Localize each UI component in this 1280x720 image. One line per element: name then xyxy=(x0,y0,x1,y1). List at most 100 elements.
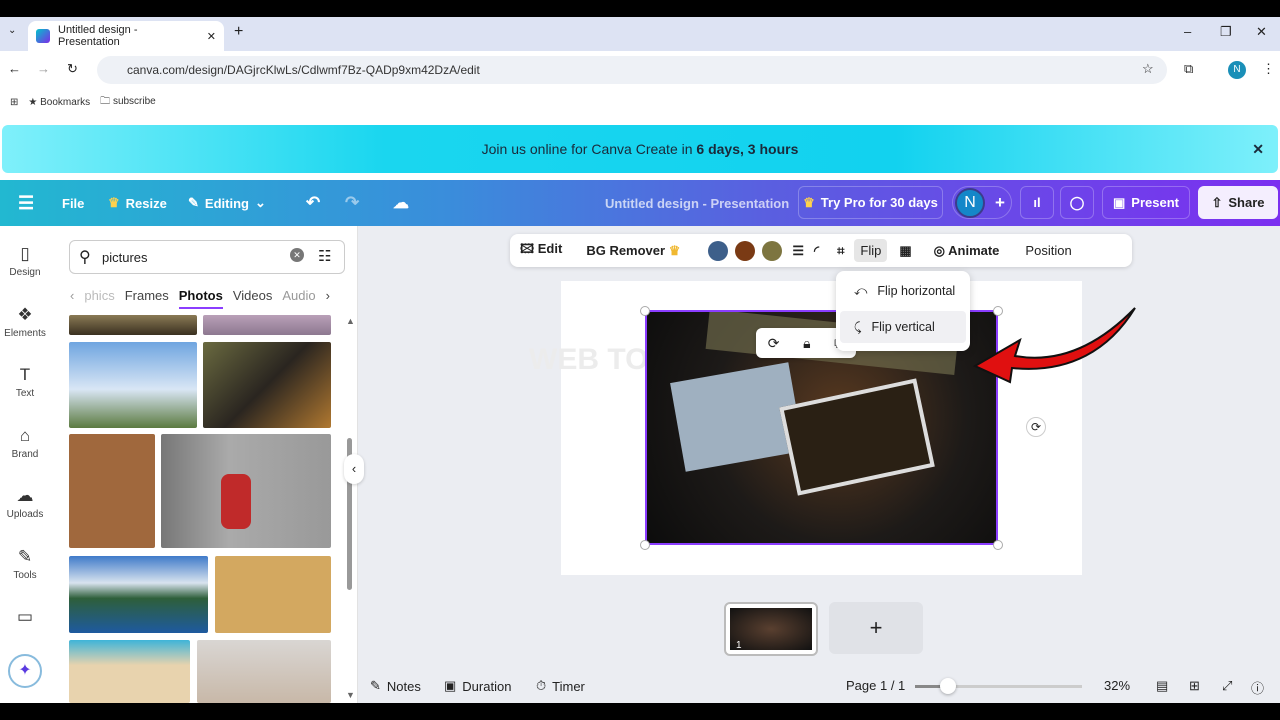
rotate-handle-icon[interactable]: ⟳ xyxy=(1026,417,1046,437)
tabs-scroll-left-icon[interactable]: ‹ xyxy=(70,288,74,309)
help-icon[interactable]: ⓘ xyxy=(1251,678,1264,697)
corner-rounding-icon[interactable]: ◜ xyxy=(814,243,819,259)
photo-photographer[interactable] xyxy=(161,434,331,548)
add-collaborator-icon[interactable]: + xyxy=(995,193,1005,213)
rail-item-text[interactable]: T Text xyxy=(0,365,50,399)
collapse-panel-icon[interactable]: ‹ xyxy=(344,454,364,484)
design-title[interactable]: Untitled design - Presentation xyxy=(605,196,789,211)
url-field[interactable]: canva.com/design/DAGjrcKlwLs/Cdlwmf7Bz-Q… xyxy=(97,56,1167,84)
add-page-button[interactable]: + xyxy=(829,602,923,654)
photo-scattered-pictures[interactable] xyxy=(203,342,331,428)
try-pro-button[interactable]: ♛ Try Pro for 30 days xyxy=(798,186,943,219)
user-avatar[interactable]: N xyxy=(955,187,985,218)
photo-polaroid-board[interactable] xyxy=(69,434,155,548)
tab-audio[interactable]: Audio xyxy=(282,288,315,309)
zoom-slider[interactable] xyxy=(915,678,1082,694)
reload-icon[interactable]: ↻ xyxy=(67,61,78,77)
filter-icon[interactable]: ☷ xyxy=(318,247,331,265)
magic-assistant-icon[interactable]: ✦ xyxy=(8,654,42,688)
rail-item-tools[interactable]: ✎ Tools xyxy=(0,547,50,581)
share-button[interactable]: ⇧ Share xyxy=(1198,186,1278,219)
page-view-icon[interactable]: ▤ xyxy=(1156,678,1168,694)
tab-graphics[interactable]: phics xyxy=(84,288,114,309)
rail-item-folder[interactable]: ▭ xyxy=(0,607,50,630)
flip-vertical-option[interactable]: ⤹ Flip vertical xyxy=(840,311,966,343)
photo-sand-heart[interactable] xyxy=(69,640,190,703)
cloud-save-icon[interactable]: ☁ xyxy=(393,193,409,213)
close-tab-icon[interactable]: ✕ xyxy=(207,30,216,43)
search-input[interactable]: ⚲ pictures ✕ ☷ xyxy=(69,240,345,274)
clear-search-icon[interactable]: ✕ xyxy=(290,248,304,262)
tabs-scroll-right-icon[interactable]: › xyxy=(326,288,330,309)
bg-remover-button[interactable]: BG Remover ♛ xyxy=(586,243,680,259)
close-banner-icon[interactable]: ✕ xyxy=(1252,141,1264,158)
scroll-up-icon[interactable]: ▲ xyxy=(346,316,355,326)
page-indicator[interactable]: Page 1 / 1 xyxy=(846,678,905,693)
redo-icon[interactable]: ↷ xyxy=(345,193,359,213)
grid-view-icon[interactable]: ⊞ xyxy=(1189,678,1200,694)
resize-handle[interactable] xyxy=(993,540,1003,550)
tab-videos[interactable]: Videos xyxy=(233,288,273,309)
tab-frames[interactable]: Frames xyxy=(125,288,169,309)
editing-dropdown[interactable]: ✎ Editing ⌄ xyxy=(188,195,266,211)
animate-button[interactable]: ◎ Animate xyxy=(934,243,1000,259)
crop-icon[interactable]: ⌗ xyxy=(837,243,844,259)
rail-item-design[interactable]: ▯ Design xyxy=(0,244,50,278)
border-style-icon[interactable]: ☰ xyxy=(792,243,804,259)
scroll-down-icon[interactable]: ▼ xyxy=(346,690,355,700)
minimize-icon[interactable]: – xyxy=(1184,24,1191,39)
zoom-slider-handle[interactable] xyxy=(940,678,957,694)
tab-title: Untitled design - Presentation xyxy=(58,24,138,48)
lock-icon[interactable]: 🔒︎ xyxy=(803,335,810,352)
flip-button[interactable]: Flip xyxy=(854,239,888,262)
rail-item-brand[interactable]: ⌂ Brand xyxy=(0,426,50,460)
resize-button[interactable]: ♛ Resize xyxy=(108,195,167,211)
bookmark-star-icon[interactable]: ☆ xyxy=(1142,61,1154,77)
color-swatch-olive[interactable] xyxy=(762,240,783,261)
photo-thumbnail[interactable] xyxy=(69,315,197,335)
comments-icon[interactable]: ◯ xyxy=(1060,186,1094,219)
timer-button[interactable]: ⏱ Timer xyxy=(536,678,585,694)
undo-icon[interactable]: ↶ xyxy=(306,193,320,213)
fullscreen-icon[interactable]: ⤢ xyxy=(1222,678,1232,694)
back-icon[interactable]: ← xyxy=(8,61,21,76)
bg-remover-label: BG Remover xyxy=(586,242,666,258)
photo-sand-pictures[interactable] xyxy=(215,556,331,633)
notes-button[interactable]: ✎ Notes xyxy=(370,678,421,694)
rail-item-uploads[interactable]: ☁ Uploads xyxy=(0,486,50,520)
transparency-icon[interactable]: ▦ xyxy=(899,243,911,259)
menu-icon[interactable]: ☰ xyxy=(18,193,34,214)
extensions-icon[interactable]: ⧉ xyxy=(1184,61,1193,77)
close-window-icon[interactable]: ✕ xyxy=(1256,24,1267,40)
position-button[interactable]: Position xyxy=(1025,243,1071,258)
browser-tab[interactable]: Untitled design - Presentation ✕ xyxy=(28,21,224,51)
forward-icon[interactable]: → xyxy=(37,61,50,76)
tab-list-icon[interactable]: ⌄ xyxy=(8,25,16,36)
insights-icon[interactable]: ıl xyxy=(1020,186,1054,219)
bookmarks-item[interactable]: ★ Bookmarks xyxy=(28,97,90,108)
resize-handle[interactable] xyxy=(640,306,650,316)
photo-camera[interactable] xyxy=(197,640,331,703)
new-tab-icon[interactable]: + xyxy=(234,23,243,41)
subscribe-folder[interactable]: 🗀 subscribe xyxy=(100,94,156,111)
rotate-icon[interactable]: ⟳ xyxy=(768,335,780,352)
present-button[interactable]: ▣ Present xyxy=(1102,186,1190,219)
apps-icon[interactable]: ⊞ xyxy=(10,97,18,108)
rail-item-elements[interactable]: ❖ Elements xyxy=(0,305,50,339)
photo-thumbnail[interactable] xyxy=(203,315,331,335)
tab-photos[interactable]: Photos xyxy=(178,288,223,309)
duration-button[interactable]: ▣ Duration xyxy=(444,678,511,694)
resize-handle[interactable] xyxy=(640,540,650,550)
photo-eiffel-tower[interactable] xyxy=(69,342,197,428)
menu-dots-icon[interactable]: ⋮ xyxy=(1262,61,1275,77)
flip-horizontal-option[interactable]: ⤺ Flip horizontal xyxy=(840,275,966,307)
photo-mountain-lake[interactable] xyxy=(69,556,208,633)
page-thumbnail[interactable]: 1 xyxy=(724,602,818,656)
color-swatch-brown[interactable] xyxy=(735,240,756,261)
zoom-level[interactable]: 32% xyxy=(1104,678,1130,693)
restore-icon[interactable]: ❐ xyxy=(1220,24,1232,40)
color-swatch-blue[interactable] xyxy=(708,240,729,261)
file-menu[interactable]: File xyxy=(62,196,84,211)
profile-avatar[interactable]: N xyxy=(1228,61,1246,79)
edit-image-button[interactable]: 🖾 Edit xyxy=(520,240,562,262)
